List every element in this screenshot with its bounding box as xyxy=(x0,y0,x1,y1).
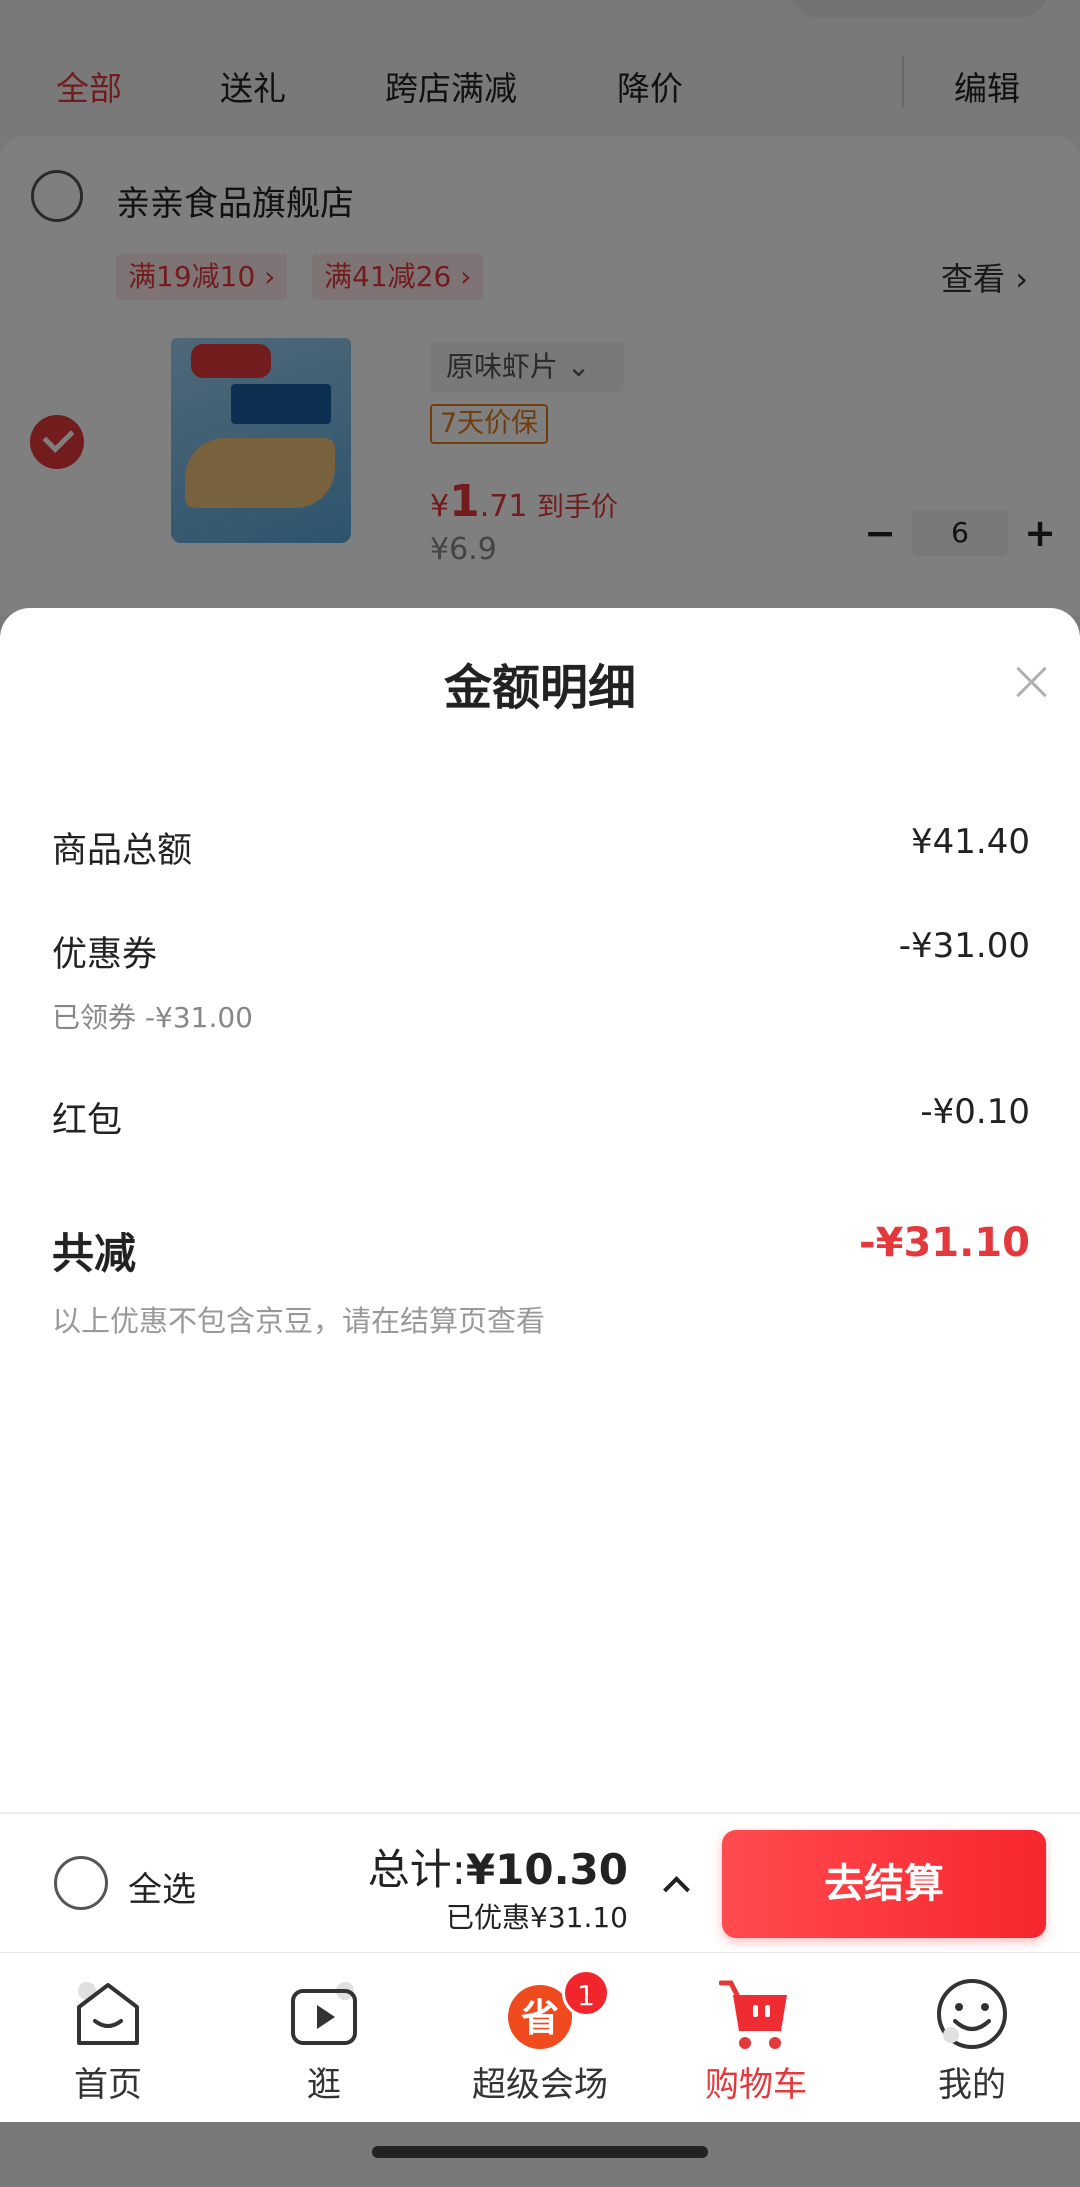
tab-browse[interactable]: 逛 xyxy=(216,1953,432,2123)
tab-label: 首页 xyxy=(74,2065,142,2105)
coupon-label: 优惠券 xyxy=(52,935,158,975)
goods-total-label: 商品总额 xyxy=(52,831,193,871)
tab-mine[interactable]: 我的 xyxy=(864,1953,1080,2123)
tab-super-venue[interactable]: 省 1 超级会场 xyxy=(432,1953,648,2123)
checkout-button[interactable]: 去结算 xyxy=(722,1830,1046,1938)
svg-text:省: 省 xyxy=(521,1996,559,2040)
tab-label: 购物车 xyxy=(705,2065,807,2105)
saved-amount: 已优惠¥31.10 xyxy=(446,1901,628,1934)
home-indicator[interactable] xyxy=(372,2146,708,2158)
total-discount-label: 共减 xyxy=(52,1229,137,1278)
select-all-label[interactable]: 全选 xyxy=(128,1862,196,1911)
close-icon[interactable] xyxy=(1014,664,1050,700)
tab-label: 我的 xyxy=(938,2065,1006,2105)
home-icon xyxy=(77,1982,139,2045)
bottom-tab-bar: 首页 逛 省 1 超级会场 购物车 我的 xyxy=(0,1952,1080,2122)
red-packet-label: 红包 xyxy=(52,1101,123,1141)
total-discount-value: -¥31.10 xyxy=(859,1220,1030,1266)
select-all-radio[interactable] xyxy=(54,1856,108,1910)
amount-detail-sheet: 金额明细 商品总额 ¥41.40 优惠券 -¥31.00 已领券 -¥31.00… xyxy=(0,608,1080,1812)
tab-cart[interactable]: 购物车 xyxy=(648,1953,864,2123)
checkout-bar: 全选 总计:¥10.30 已优惠¥31.10 去结算 xyxy=(0,1812,1080,1952)
coupon-sub-text: 已领券 -¥31.00 xyxy=(52,1001,253,1034)
notification-badge: 1 xyxy=(562,1969,610,2017)
total-amount: 总计:¥10.30 xyxy=(368,1836,628,1897)
sheet-title: 金额明细 xyxy=(443,660,636,716)
total-value: ¥10.30 xyxy=(465,1845,628,1894)
goods-total-value: ¥41.40 xyxy=(911,822,1030,862)
tab-label: 超级会场 xyxy=(472,2065,608,2105)
red-packet-value: -¥0.10 xyxy=(920,1092,1030,1132)
chevron-up-icon[interactable] xyxy=(662,1872,688,1898)
tab-home[interactable]: 首页 xyxy=(0,1953,216,2123)
play-icon xyxy=(291,1982,357,2045)
coupon-value: -¥31.00 xyxy=(898,926,1030,966)
total-prefix: 总计: xyxy=(367,1845,466,1894)
discount-note: 以上优惠不包含京豆，请在结算页查看 xyxy=(52,1304,546,1338)
smile-icon xyxy=(937,1979,1007,2049)
tab-label: 逛 xyxy=(307,2065,341,2105)
cart-icon xyxy=(719,1980,787,2049)
